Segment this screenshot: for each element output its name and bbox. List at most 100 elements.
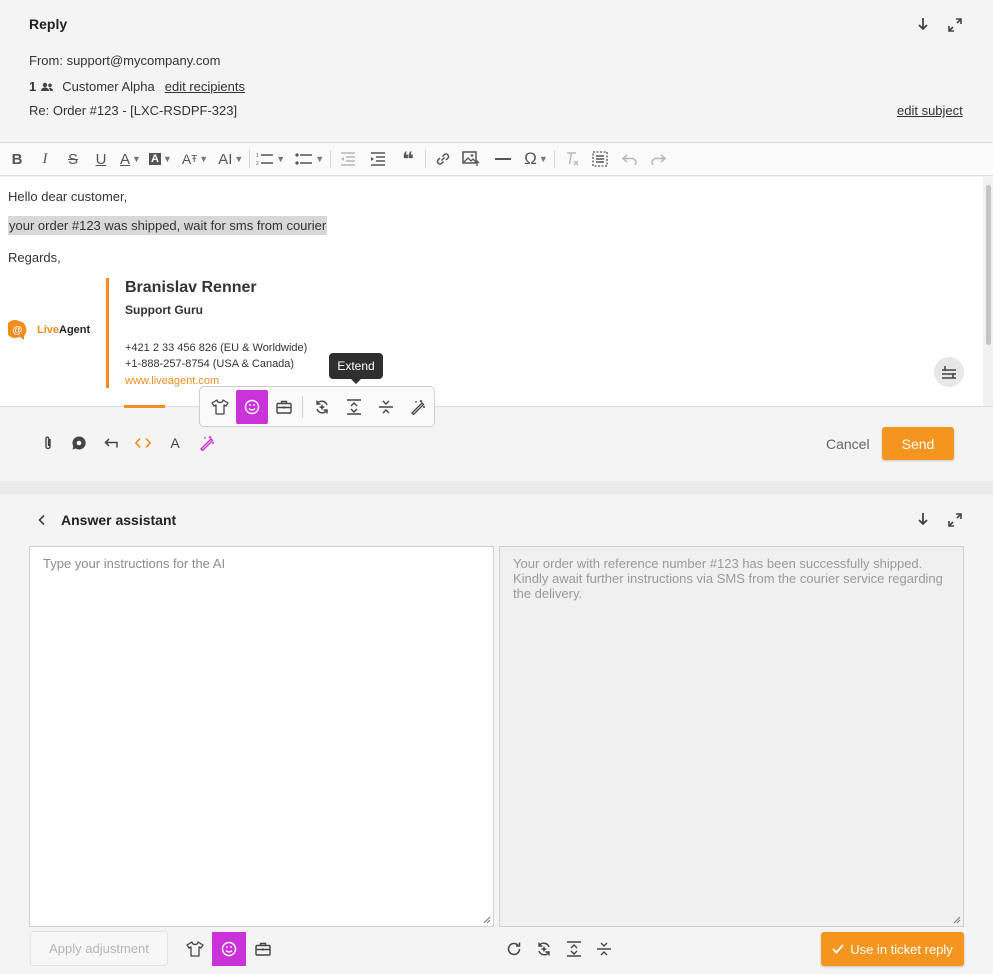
bullet-list-icon (295, 153, 313, 165)
rephrase-icon (538, 942, 550, 956)
editor-selected-text[interactable]: your order #123 was shipped, wait for sm… (8, 216, 328, 235)
omega-icon: Ω (524, 149, 537, 168)
tone-casual-button[interactable] (178, 932, 212, 966)
tone-casual-button[interactable] (204, 390, 236, 424)
font-size-dropdown[interactable]: A Ŧ ▼ (182, 146, 208, 172)
undo-button[interactable] (619, 146, 641, 172)
ai-dropdown[interactable]: AI ▼ (218, 146, 243, 172)
image-icon (462, 151, 480, 166)
resize-handle-icon[interactable] (953, 916, 961, 924)
apply-adjustment-button[interactable]: Apply adjustment (30, 931, 168, 966)
extend-button[interactable] (338, 390, 370, 424)
extend-tooltip: Extend (329, 353, 383, 384)
html-source-button[interactable] (132, 432, 154, 454)
scrollbar-thumb[interactable] (986, 185, 991, 345)
numbered-list-dropdown[interactable]: 1 2 ▼ (256, 146, 285, 172)
send-button[interactable]: Send (882, 427, 954, 460)
reply-arrow-icon (103, 438, 118, 448)
shorten-button[interactable] (370, 390, 402, 424)
signature-role: Support Guru (125, 303, 203, 317)
editor-toolbar: B I S U A ▼ A ▼ A Ŧ ▼ AI ▼ 1 2 ▼ ▼ ❝ Ω ▼ (0, 142, 993, 176)
back-chevron-icon[interactable] (38, 511, 52, 529)
toolbar-separator (553, 150, 555, 168)
edit-recipients-link[interactable]: edit recipients (165, 79, 245, 94)
horizontal-line-button[interactable] (492, 146, 514, 172)
shorten-button[interactable] (589, 932, 619, 966)
ai-assistant-button[interactable] (196, 432, 218, 454)
italic-button[interactable]: I (34, 146, 56, 172)
insert-image-button[interactable] (460, 146, 482, 172)
ai-instructions-input[interactable]: Type your instructions for the AI (29, 546, 494, 927)
svg-text:1: 1 (256, 153, 259, 159)
tshirt-icon (186, 941, 204, 957)
font-color-dropdown[interactable]: A ▼ (120, 146, 141, 172)
reply-mode-button[interactable] (100, 432, 122, 454)
redo-icon (651, 154, 666, 165)
magic-wand-icon (200, 436, 214, 451)
edit-subject-link[interactable]: edit subject (897, 103, 963, 118)
underline-button[interactable]: U (90, 146, 112, 172)
outdent-button[interactable] (337, 146, 359, 172)
link-button[interactable] (432, 146, 454, 172)
shorten-icon (597, 942, 611, 956)
select-all-button[interactable] (589, 146, 611, 172)
toolbar-separator (302, 395, 304, 418)
from-address[interactable]: support@mycompany.com (67, 53, 221, 68)
regenerate-button[interactable] (499, 932, 529, 966)
background-color-dropdown[interactable]: A ▼ (148, 146, 172, 172)
editor-scrollbar[interactable] (983, 177, 993, 406)
chevron-down-icon: ▼ (132, 154, 141, 164)
briefcase-icon (255, 942, 271, 956)
chevron-down-icon: ▼ (276, 154, 286, 164)
remove-format-button[interactable] (561, 146, 583, 172)
extend-button[interactable] (559, 932, 589, 966)
quote-icon: ❝ (402, 148, 415, 171)
horizontal-line-icon (495, 158, 512, 160)
refresh-icon (507, 942, 521, 956)
ai-quick-toolbar (199, 386, 435, 427)
tone-professional-button[interactable] (246, 932, 280, 966)
link-icon (436, 153, 450, 165)
toolbar-separator (425, 150, 427, 168)
svg-text:2: 2 (256, 161, 259, 166)
assistant-header-actions (914, 511, 964, 529)
message-editor[interactable]: Hello dear customer, your order #123 was… (0, 177, 993, 407)
font-color-label: A (120, 150, 131, 168)
tone-professional-button[interactable] (268, 390, 300, 424)
resize-handle-icon[interactable] (483, 916, 491, 924)
extend-icon (567, 941, 581, 957)
text-formatting-button[interactable]: A (164, 432, 186, 454)
bullet-list-dropdown[interactable]: ▼ (295, 146, 324, 172)
use-in-ticket-reply-button[interactable]: Use in ticket reply (821, 932, 964, 966)
download-icon[interactable] (914, 511, 932, 529)
special-character-dropdown[interactable]: Ω ▼ (524, 146, 548, 172)
expand-icon[interactable] (946, 16, 964, 34)
logo-live-text: Live (37, 324, 60, 336)
rephrase-icon (315, 400, 328, 413)
reply-title: Reply (29, 16, 68, 32)
redo-button[interactable] (647, 146, 669, 172)
paperclip-icon (45, 436, 51, 450)
expand-icon[interactable] (946, 511, 964, 529)
tone-friendly-button[interactable] (236, 389, 269, 424)
tone-friendly-button[interactable] (212, 932, 246, 966)
toolbar-toggle-icon (942, 366, 956, 379)
instructions-placeholder: Type your instructions for the AI (43, 556, 226, 571)
download-icon[interactable] (914, 16, 932, 34)
ai-output-content: Your order with reference number #123 ha… (513, 556, 943, 601)
cancel-button[interactable]: Cancel (826, 434, 870, 454)
liveagent-logo: @ LiveAgent (8, 319, 90, 341)
toggle-toolbar-button[interactable] (934, 357, 964, 387)
canned-messages-button[interactable] (68, 432, 90, 454)
recipients-line: 1 Customer Alpha edit recipients (29, 79, 245, 94)
bold-button[interactable]: B (6, 146, 28, 172)
rephrase-button[interactable] (529, 932, 559, 966)
rephrase-button[interactable] (305, 390, 337, 424)
attachment-button[interactable] (36, 432, 58, 454)
bg-color-label: A (148, 153, 161, 165)
quote-button[interactable]: ❝ (397, 146, 419, 172)
extend-icon (346, 398, 361, 415)
indent-button[interactable] (367, 146, 389, 172)
strikethrough-button[interactable]: S (62, 146, 84, 172)
magic-improve-button[interactable] (402, 390, 434, 424)
